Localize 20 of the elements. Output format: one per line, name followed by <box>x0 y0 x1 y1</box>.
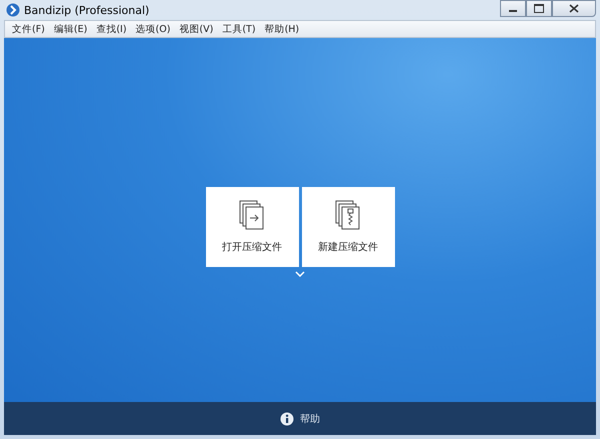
menu-item[interactable]: 编辑(E) <box>50 22 92 36</box>
menu-item[interactable]: 选项(O) <box>132 22 174 36</box>
menu-item[interactable]: 帮助(H) <box>260 22 304 36</box>
zipped-documents-icon <box>335 200 361 230</box>
menu-item[interactable]: 视图(V) <box>175 22 218 36</box>
documents-arrow-icon <box>239 200 265 230</box>
minimize-button[interactable] <box>500 0 526 17</box>
help-button[interactable]: 帮助 <box>278 410 322 428</box>
open-archive-button[interactable]: 打开压缩文件 <box>206 187 298 267</box>
menu-item[interactable]: 查找(I) <box>92 22 131 36</box>
close-icon <box>569 4 579 13</box>
menu-item[interactable]: 工具(T) <box>218 22 260 36</box>
maximize-button[interactable] <box>526 0 552 17</box>
chevron-down-icon[interactable] <box>295 271 305 277</box>
app-logo-icon <box>6 3 20 17</box>
info-icon <box>280 412 294 426</box>
close-button[interactable] <box>552 0 596 17</box>
new-archive-button[interactable]: 新建压缩文件 <box>302 187 394 267</box>
window-title: Bandizip (Professional) <box>24 4 150 16</box>
menu-item[interactable]: 文件(F) <box>8 22 49 36</box>
